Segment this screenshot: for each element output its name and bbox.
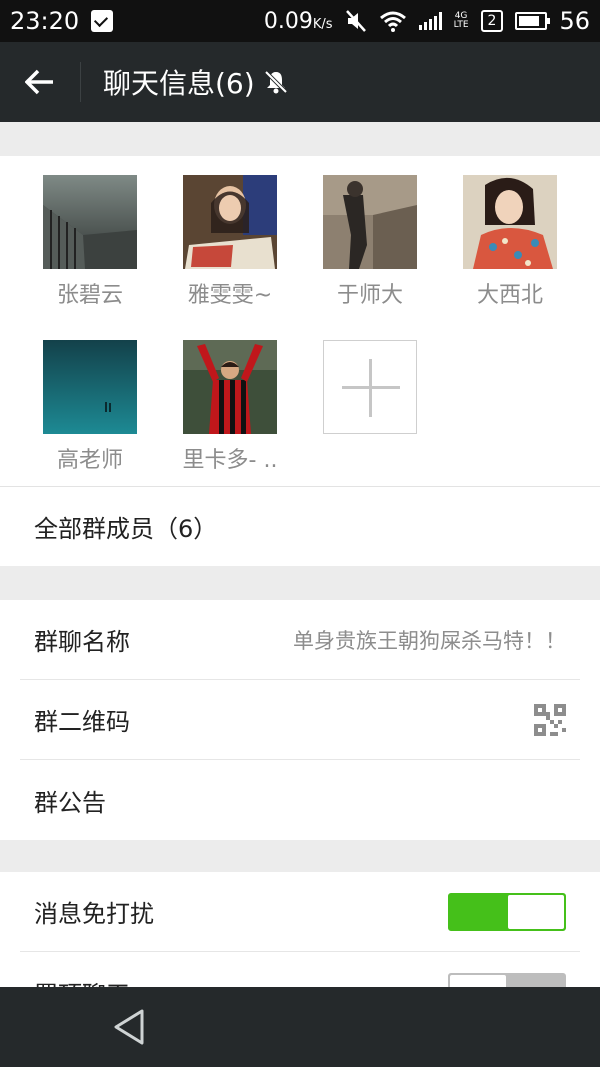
network-type: 4G LTE (454, 12, 469, 30)
member-item[interactable]: 张碧云 (30, 175, 150, 309)
member-name: 于师大 (336, 283, 403, 308)
member-item[interactable]: 于师大 (310, 175, 430, 309)
wifi-icon (379, 10, 407, 32)
qrcode-icon (534, 703, 566, 736)
member-item[interactable]: 大西北 (450, 175, 570, 309)
member-name: 大西北 (476, 283, 543, 308)
system-nav-bar (0, 987, 600, 1067)
avatar (43, 340, 137, 434)
member-item[interactable]: 雅雯雯~ (170, 175, 290, 309)
nav-back-button[interactable] (110, 1007, 150, 1051)
network-speed: 0.09K/s (264, 9, 333, 34)
status-bar: 23:20 0.09K/s 4G LTE 2 56 (0, 0, 600, 42)
avatar (183, 175, 277, 269)
toggle-knob (508, 894, 564, 929)
group-qrcode-row[interactable]: 群二维码 (20, 680, 580, 760)
add-member-button[interactable] (310, 340, 430, 434)
mute-notifications-row: 消息免打扰 (20, 872, 580, 952)
avatar (323, 175, 417, 269)
network-speed-value: 0.09 (263, 8, 313, 34)
back-button[interactable] (0, 42, 80, 122)
chat-options-section: 消息免打扰 置顶聊天 (0, 872, 600, 1011)
mute-status-icon (345, 9, 367, 33)
group-notice-row[interactable]: 群公告 (20, 760, 580, 840)
signal-icon (418, 12, 442, 30)
triangle-back-icon (114, 1009, 144, 1045)
battery-icon (515, 12, 551, 30)
group-qrcode-label: 群二维码 (34, 708, 130, 736)
member-name: 里卡多- .. (182, 448, 278, 473)
arrow-left-icon (25, 69, 53, 95)
member-item[interactable]: 里卡多- .. (170, 340, 290, 474)
mute-notifications-toggle[interactable] (448, 892, 566, 931)
page-title: 聊天信息(6) (103, 67, 255, 100)
member-name: 雅雯雯~ (187, 283, 273, 308)
group-name-row[interactable]: 群聊名称 单身贵族王朝狗屎杀马特！！ (20, 600, 580, 680)
avatar (463, 175, 557, 269)
bell-off-icon (263, 69, 289, 95)
group-name-value: 单身贵族王朝狗屎杀马特！！ (293, 628, 566, 653)
network-speed-unit: K/s (312, 16, 333, 32)
avatar (183, 340, 277, 434)
notification-icon (91, 10, 114, 32)
sim-slot-badge: 2 (480, 10, 504, 32)
app-bar-divider (80, 62, 81, 102)
member-name: 张碧云 (56, 283, 123, 308)
member-item[interactable]: 高老师 (30, 340, 150, 474)
group-name-label: 群聊名称 (34, 628, 130, 656)
member-name: 高老师 (56, 448, 123, 473)
member-grid: 张碧云 雅雯雯~ 于师大 大西北 高老师 里卡多- .. (0, 156, 600, 486)
status-right: 0.09K/s 4G LTE 2 56 (264, 7, 590, 35)
mute-notifications-label: 消息免打扰 (34, 900, 154, 928)
status-time: 23:20 (10, 7, 80, 35)
avatar (43, 175, 137, 269)
all-members-label: 全部群成员（6） (34, 515, 218, 543)
group-notice-label: 群公告 (34, 788, 106, 817)
app-bar: 聊天信息(6) (0, 42, 600, 122)
plus-icon (323, 340, 417, 434)
battery-level: 56 (559, 7, 590, 35)
network-type-sub: LTE (453, 20, 469, 30)
all-members-row[interactable]: 全部群成员（6） (0, 486, 600, 566)
group-settings-section: 群聊名称 单身贵族王朝狗屎杀马特！！ 群二维码 群公告 (0, 600, 600, 840)
